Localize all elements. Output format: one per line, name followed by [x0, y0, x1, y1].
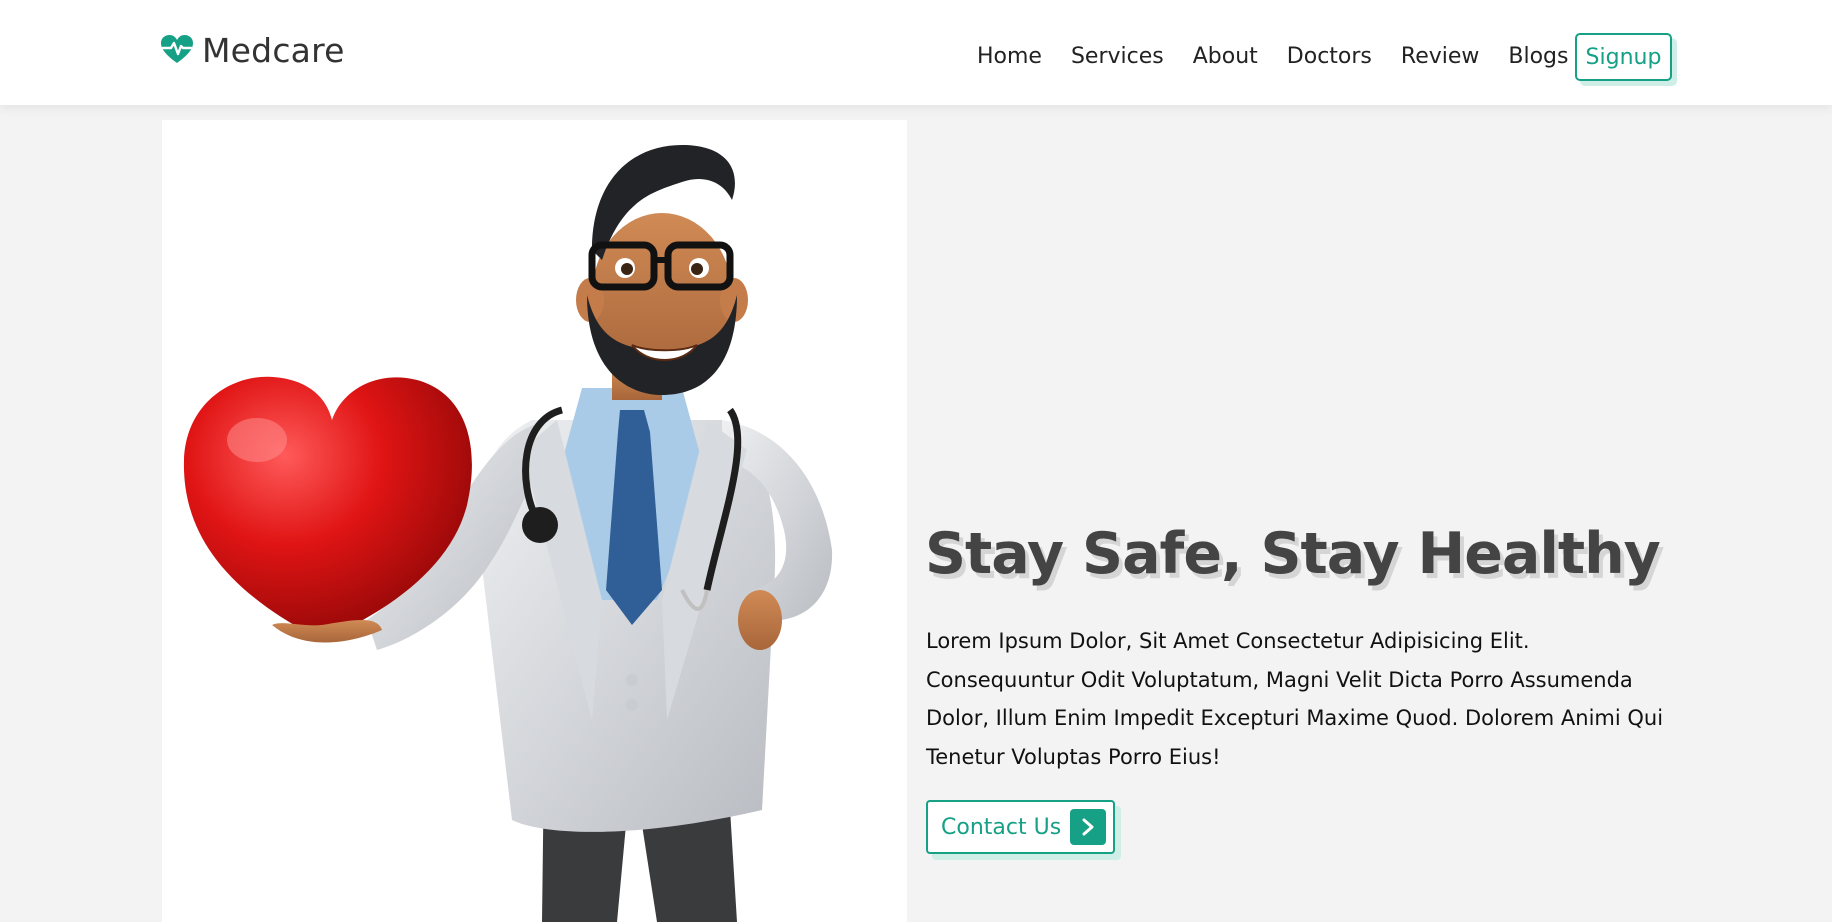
contact-us-label: Contact Us [941, 814, 1062, 840]
nav-link-home[interactable]: Home [977, 44, 1042, 69]
brand-name: Medcare [202, 30, 345, 70]
brand-logo[interactable]: Medcare [160, 30, 345, 70]
signup-button[interactable]: Signup [1575, 33, 1672, 81]
nav-link-blogs[interactable]: Blogs [1508, 44, 1568, 69]
nav-link-review[interactable]: Review [1401, 44, 1480, 69]
main-nav: Home Services About Doctors Review Blogs [960, 32, 1832, 80]
nav-link-services[interactable]: Services [1071, 44, 1164, 69]
hero-description: Lorem Ipsum Dolor, Sit Amet Consectetur … [926, 629, 1664, 769]
doctor-heart-illustration [183, 145, 833, 922]
nav-link-doctors[interactable]: Doctors [1287, 44, 1372, 69]
hero-image [162, 120, 907, 922]
nav-link-about[interactable]: About [1193, 44, 1258, 69]
chevron-right-icon [1070, 809, 1106, 845]
contact-us-button[interactable]: Contact Us [926, 800, 1115, 854]
hero-title: Stay Safe, Stay Healthy [925, 521, 1661, 587]
heartbeat-icon [161, 35, 193, 63]
site-header: Medcare Home Services About Doctors Revi… [0, 0, 1832, 105]
